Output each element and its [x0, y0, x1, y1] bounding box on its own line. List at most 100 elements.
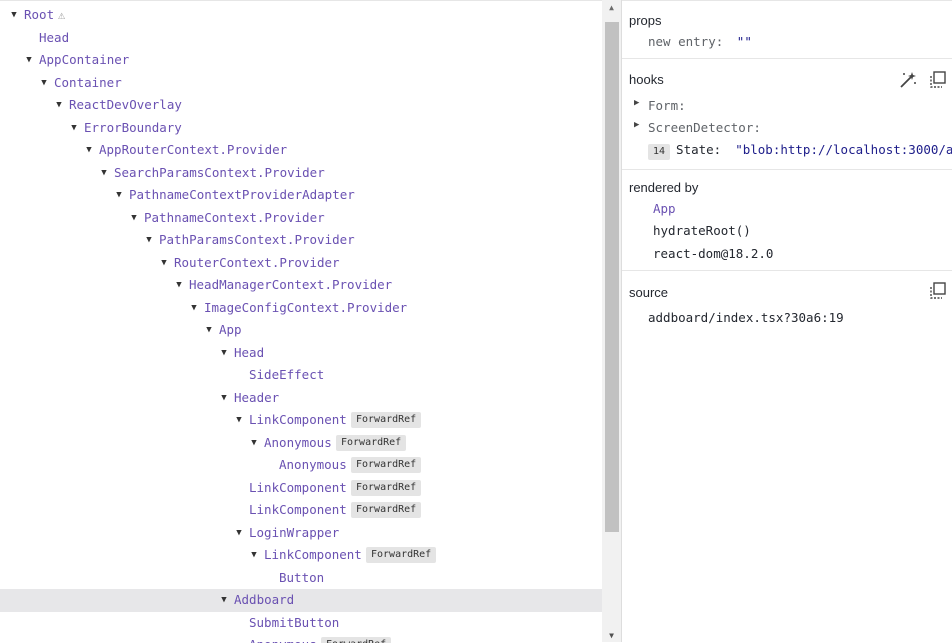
- component-name[interactable]: Header: [234, 387, 279, 410]
- tree-row[interactable]: ▼ ErrorBoundary: [0, 117, 602, 140]
- component-name[interactable]: App: [219, 319, 242, 342]
- expand-toggle-icon[interactable]: ▼: [54, 94, 64, 117]
- component-name[interactable]: LinkComponent: [249, 409, 347, 432]
- tree-row[interactable]: Head: [0, 27, 602, 50]
- expand-toggle-icon[interactable]: ▼: [249, 432, 259, 455]
- tree-row[interactable]: ▼ LoginWrapper: [0, 522, 602, 545]
- component-name[interactable]: LinkComponent: [264, 544, 362, 567]
- component-name[interactable]: LinkComponent: [249, 499, 347, 522]
- expand-toggle-icon[interactable]: ▼: [174, 274, 184, 297]
- tree-row[interactable]: AnonymousForwardRef: [0, 454, 602, 477]
- tree-row[interactable]: ▼ LinkComponent ForwardRef: [0, 409, 602, 432]
- expand-toggle-icon[interactable]: ▼: [159, 252, 169, 275]
- component-name[interactable]: Anonymous: [279, 454, 347, 477]
- tree-row[interactable]: ▼ App: [0, 319, 602, 342]
- tree-scrollbar[interactable]: ▲ ▼: [602, 0, 621, 642]
- expand-toggle-icon[interactable]: ▼: [24, 49, 34, 72]
- component-name[interactable]: Head: [39, 27, 69, 50]
- component-name[interactable]: SideEffect: [249, 364, 324, 387]
- forwardref-badge: ForwardRef: [366, 547, 437, 563]
- tree-row[interactable]: ▼ AppContainer: [0, 49, 602, 72]
- tree-row[interactable]: LinkComponent ForwardRef: [0, 477, 602, 500]
- tree-row[interactable]: ▼ Container: [0, 72, 602, 95]
- rendered-by-app-link[interactable]: App: [653, 201, 676, 216]
- tree-row[interactable]: ▼ PathParamsContext.Provider: [0, 229, 602, 252]
- scroll-up-arrow-icon[interactable]: ▲: [602, 3, 621, 12]
- expand-toggle-icon[interactable]: ▼: [84, 139, 94, 162]
- expand-toggle-icon[interactable]: ▼: [99, 162, 109, 185]
- expand-toggle-icon[interactable]: ▼: [189, 297, 199, 320]
- expand-toggle-icon[interactable]: ▼: [129, 207, 139, 230]
- forwardref-badge: ForwardRef: [321, 637, 392, 643]
- component-name[interactable]: PathnameContext.Provider: [144, 207, 325, 230]
- component-name[interactable]: SearchParamsContext.Provider: [114, 162, 325, 185]
- magic-wand-icon[interactable]: [898, 70, 918, 90]
- tree-row[interactable]: ▼ Addboard: [0, 589, 602, 612]
- tree-row[interactable]: ▼ Header: [0, 387, 602, 410]
- hook-state-value[interactable]: "blob:http://localhost:3000/a: [735, 142, 952, 157]
- hook-form[interactable]: Form:: [648, 98, 686, 113]
- component-name[interactable]: Button: [279, 567, 324, 590]
- component-name[interactable]: ImageConfigContext.Provider: [204, 297, 407, 320]
- component-name[interactable]: HeadManagerContext.Provider: [189, 274, 392, 297]
- expand-toggle-icon[interactable]: ▼: [144, 229, 154, 252]
- tree-row[interactable]: LinkComponent ForwardRef: [0, 499, 602, 522]
- tree-row[interactable]: ▼ Root ⚠: [0, 4, 602, 27]
- component-name[interactable]: Anonymous: [264, 432, 332, 455]
- scroll-down-arrow-icon[interactable]: ▼: [602, 631, 621, 640]
- forwardref-badge: ForwardRef: [351, 502, 422, 518]
- component-name[interactable]: ErrorBoundary: [84, 117, 182, 140]
- tree-row[interactable]: SubmitButton: [0, 612, 602, 635]
- hook-screen-detector[interactable]: ScreenDetector:: [648, 120, 761, 135]
- expand-toggle-icon[interactable]: ▼: [249, 544, 259, 567]
- tree-row[interactable]: ▼ RouterContext.Provider: [0, 252, 602, 275]
- expand-toggle-icon[interactable]: ▼: [219, 387, 229, 410]
- tree-row[interactable]: ▼ PathnameContextProviderAdapter: [0, 184, 602, 207]
- tree-row[interactable]: ▼ AppRouterContext.Provider: [0, 139, 602, 162]
- expand-toggle-icon[interactable]: ▼: [69, 117, 79, 140]
- expand-toggle-icon[interactable]: ▼: [114, 184, 124, 207]
- expand-toggle-icon[interactable]: ▼: [234, 409, 244, 432]
- tree-row[interactable]: ▼ SearchParamsContext.Provider: [0, 162, 602, 185]
- form-expand-icon[interactable]: ▶: [634, 98, 639, 108]
- expand-toggle-icon[interactable]: ▼: [39, 72, 49, 95]
- tree-row[interactable]: ▼ Anonymous ForwardRef: [0, 432, 602, 455]
- component-name[interactable]: ReactDevOverlay: [69, 94, 182, 117]
- copy-icon[interactable]: [928, 70, 948, 90]
- expand-toggle-icon[interactable]: ▼: [234, 522, 244, 545]
- tree-row[interactable]: ▼ LinkComponent ForwardRef: [0, 544, 602, 567]
- component-name[interactable]: PathParamsContext.Provider: [159, 229, 355, 252]
- source-file-link[interactable]: addboard/index.tsx?30a6:19: [648, 310, 844, 325]
- component-name[interactable]: LinkComponent: [249, 477, 347, 500]
- tree-row[interactable]: ▼ ImageConfigContext.Provider: [0, 297, 602, 320]
- forwardref-badge: ForwardRef: [351, 479, 422, 496]
- prop-value[interactable]: "": [737, 34, 752, 49]
- tree-row[interactable]: SideEffect: [0, 364, 602, 387]
- rendered-by-hydrate-root: hydrateRoot(): [653, 223, 751, 238]
- scroll-thumb[interactable]: [605, 22, 619, 532]
- tree-row[interactable]: ▼ ReactDevOverlay: [0, 94, 602, 117]
- component-name[interactable]: Container: [54, 72, 122, 95]
- hook-state[interactable]: 14 State: "blob:http://localhost:3000/a: [648, 142, 952, 160]
- tree-row[interactable]: ▼ PathnameContext.Provider: [0, 207, 602, 230]
- component-name[interactable]: Addboard: [234, 589, 294, 612]
- prop-entry[interactable]: new entry: "": [648, 34, 752, 49]
- component-name[interactable]: AppRouterContext.Provider: [99, 139, 287, 162]
- expand-toggle-icon[interactable]: ▼: [219, 589, 229, 612]
- expand-toggle-icon[interactable]: ▼: [219, 342, 229, 365]
- component-name[interactable]: RouterContext.Provider: [174, 252, 340, 275]
- warning-icon: ⚠: [58, 8, 66, 22]
- component-name[interactable]: PathnameContextProviderAdapter: [129, 184, 355, 207]
- expand-toggle-icon[interactable]: ▼: [204, 319, 214, 342]
- component-name[interactable]: AppContainer: [39, 49, 129, 72]
- tree-row[interactable]: ▼ HeadManagerContext.Provider: [0, 274, 602, 297]
- component-name[interactable]: Root: [24, 4, 54, 27]
- component-name[interactable]: LoginWrapper: [249, 522, 339, 545]
- tree-row[interactable]: Button: [0, 567, 602, 590]
- expand-toggle-icon[interactable]: ▼: [9, 4, 19, 27]
- tree-row[interactable]: ▼ Head: [0, 342, 602, 365]
- component-name[interactable]: Head: [234, 342, 264, 365]
- component-name[interactable]: SubmitButton: [249, 612, 339, 635]
- copy-source-icon[interactable]: [928, 281, 948, 301]
- screen-detector-expand-icon[interactable]: ▶: [634, 120, 639, 130]
